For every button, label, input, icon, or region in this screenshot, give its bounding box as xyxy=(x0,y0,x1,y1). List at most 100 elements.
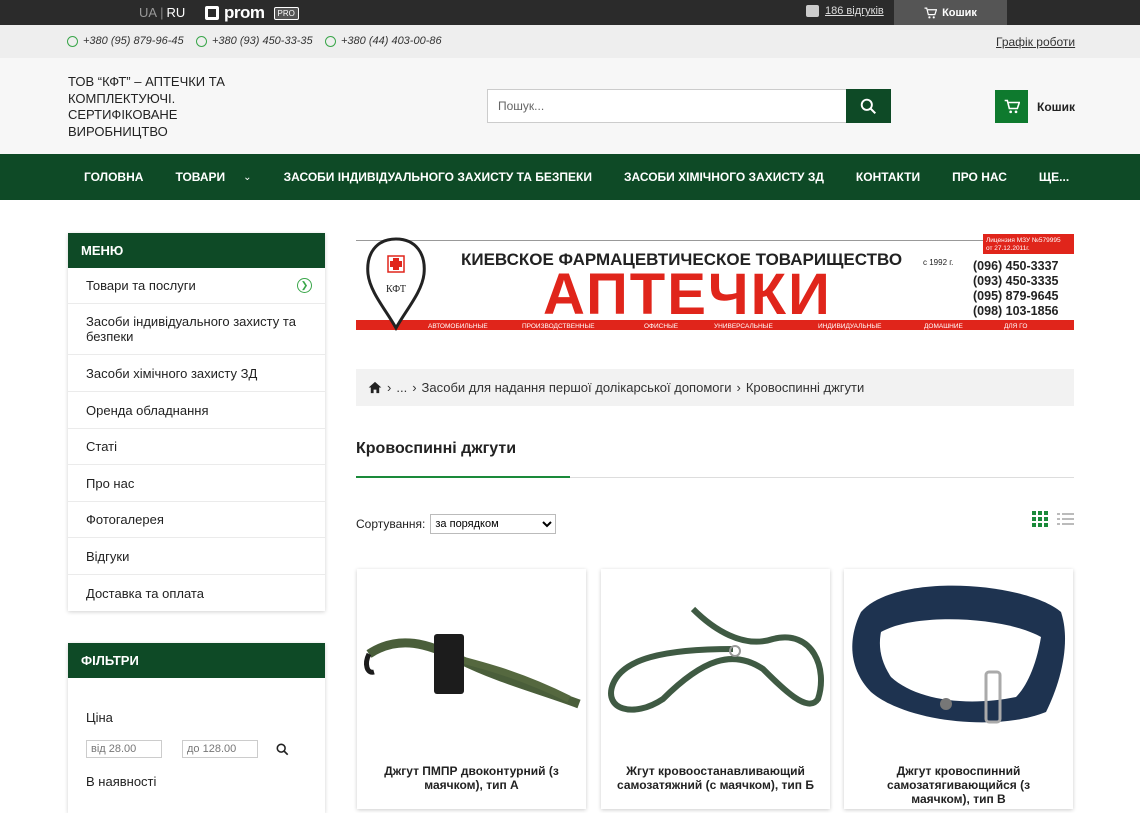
tourniquet-image xyxy=(364,634,581,709)
sidebar-item-protection[interactable]: Засоби індивідуального захисту та безпек… xyxy=(68,304,325,355)
banner-phone: (095) 879-9645 xyxy=(973,289,1059,303)
sidebar-item-label: Про нас xyxy=(86,475,135,491)
sidebar-item-reviews[interactable]: Відгуки xyxy=(68,538,325,575)
lang-ua-link[interactable]: UA xyxy=(139,5,157,20)
chevron-right-icon[interactable]: ❯ xyxy=(297,278,312,293)
breadcrumb-current: Кровоспинні джгути xyxy=(745,380,865,395)
price-to-input[interactable] xyxy=(182,740,258,758)
main-nav: ГОЛОВНА ТОВАРИ ⌄ ЗАСОБИ ІНДИВІДУАЛЬНОГО З… xyxy=(0,154,1140,200)
banner-category: ИНДИВИДУАЛЬНЫЕ xyxy=(818,323,882,330)
sidebar-menu: МЕНЮ Товари та послуги ❯ Засоби індивідуа… xyxy=(68,233,325,611)
breadcrumb-separator: › xyxy=(412,380,417,395)
language-switcher: UA | RU xyxy=(139,5,185,20)
search-input[interactable] xyxy=(487,89,846,123)
search-button[interactable] xyxy=(846,89,891,123)
sidebar-item-label: Засоби індивідуального захисту та безпек… xyxy=(86,314,296,344)
phone-number: +380 (93) 450-33-35 xyxy=(212,35,313,47)
tourniquet-image xyxy=(852,585,1066,723)
banner-phone: (098) 103-1856 xyxy=(973,304,1059,318)
product-card[interactable]: Джгут ПМПР двоконтурний (з маячком), тип… xyxy=(357,569,586,809)
sidebar-item-label: Доставка та оплата xyxy=(86,585,204,601)
top-cart-button[interactable]: Кошик xyxy=(894,0,1007,25)
chevron-down-icon: ⌄ xyxy=(243,171,252,183)
nav-item-more[interactable]: ЩЕ... xyxy=(1023,170,1085,184)
breadcrumb-separator: › xyxy=(736,380,741,395)
phone-icon xyxy=(196,35,207,47)
price-label: Ціна xyxy=(86,710,113,725)
banner-license-date: от 27.12.2011г. xyxy=(986,245,1030,252)
filters-title: ФІЛЬТРИ xyxy=(68,643,325,678)
banner-category: ДЛЯ ГО xyxy=(1004,323,1027,330)
banner-logo-text: КФТ xyxy=(386,284,406,295)
phone-link[interactable]: +380 (95) 879-96-45 xyxy=(67,35,184,47)
phone-link[interactable]: +380 (44) 403-00-86 xyxy=(325,35,442,47)
sidebar-item-about[interactable]: Про нас xyxy=(68,465,325,502)
banner-phone: (096) 450-3337 xyxy=(973,259,1059,273)
banner-since: с 1992 г. xyxy=(923,258,953,267)
nav-item-chemical[interactable]: ЗАСОБИ ХІМІЧНОГО ЗАХИСТУ ЗД xyxy=(608,170,840,184)
contacts-bar: +380 (95) 879-96-45 +380 (93) 450-33-35 … xyxy=(0,25,1140,58)
sidebar-item-label: Оренда обладнання xyxy=(86,402,209,418)
tourniquet-image xyxy=(608,606,824,713)
header-cart-button[interactable]: Кошик xyxy=(995,90,1075,123)
header-cart-label: Кошик xyxy=(1037,99,1076,114)
product-image[interactable] xyxy=(601,569,830,749)
sort-control: Сортування: за порядком xyxy=(356,514,557,534)
sidebar-item-gallery[interactable]: Фотогалерея xyxy=(68,502,325,538)
product-image[interactable] xyxy=(844,569,1073,749)
company-name[interactable]: ТОВ “КФТ” – АПТЕЧКИ ТА КОМПЛЕКТУЮЧІ. СЕР… xyxy=(68,74,248,140)
breadcrumb-separator: › xyxy=(387,380,392,395)
nav-item-about[interactable]: ПРО НАС xyxy=(936,170,1023,184)
product-card[interactable]: Жгут кровоостанавливающий самозатяжний (… xyxy=(601,569,830,809)
sidebar-item-chemical[interactable]: Засоби хімічного захисту ЗД xyxy=(68,355,325,392)
top-bar: UA | RU prom PRO 186 відгуків Кошик xyxy=(0,0,1140,25)
breadcrumb-parent[interactable]: Засоби для надання першої долікарської д… xyxy=(422,380,732,395)
availability-label: В наявності xyxy=(86,774,157,789)
sort-select[interactable]: за порядком xyxy=(430,514,557,534)
nav-item-products[interactable]: ТОВАРИ ⌄ xyxy=(159,170,267,184)
phone-link[interactable]: +380 (93) 450-33-35 xyxy=(196,35,313,47)
sidebar-item-label: Фотогалерея xyxy=(86,512,164,527)
product-name[interactable]: Жгут кровоостанавливающий самозатяжний (… xyxy=(601,749,830,792)
nav-item-home[interactable]: ГОЛОВНА xyxy=(68,170,159,184)
price-range xyxy=(86,740,307,758)
banner-category: ДОМАШНИЕ xyxy=(924,323,964,330)
search-icon xyxy=(860,98,877,114)
product-card[interactable]: Джгут кровоспинний самозатягивающийся (з… xyxy=(844,569,1073,809)
nav-item-protection[interactable]: ЗАСОБИ ІНДИВІДУАЛЬНОГО ЗАХИСТУ ТА БЕЗПЕК… xyxy=(268,170,608,184)
breadcrumb-ellipsis[interactable]: ... xyxy=(396,380,407,395)
reviews-link[interactable]: 186 відгуків xyxy=(806,5,884,17)
phone-number: +380 (95) 879-96-45 xyxy=(83,35,184,47)
nav-item-contacts[interactable]: КОНТАКТИ xyxy=(840,170,936,184)
sidebar-item-products[interactable]: Товари та послуги ❯ xyxy=(68,268,325,304)
title-divider xyxy=(356,476,1074,478)
filters-body: Ціна В наявності xyxy=(68,678,325,789)
sidebar-item-rental[interactable]: Оренда обладнання xyxy=(68,392,325,429)
sidebar-item-label: Товари та послуги xyxy=(86,278,196,293)
nav-item-label: ТОВАРИ xyxy=(175,170,226,184)
search-icon[interactable] xyxy=(276,743,289,756)
sidebar-item-delivery[interactable]: Доставка та оплата xyxy=(68,575,325,611)
product-image[interactable] xyxy=(357,569,586,749)
chat-icon xyxy=(806,5,819,17)
prom-logo-icon xyxy=(205,6,219,20)
top-cart-label: Кошик xyxy=(942,6,977,19)
sidebar-item-articles[interactable]: Статі xyxy=(68,429,325,465)
list-view-icon[interactable] xyxy=(1057,511,1074,528)
product-name[interactable]: Джгут кровоспинний самозатягивающийся (з… xyxy=(844,749,1073,806)
home-icon[interactable] xyxy=(368,381,382,394)
phone-icon xyxy=(67,35,78,47)
grid-view-icon[interactable] xyxy=(1032,511,1049,528)
schedule-link[interactable]: Графік роботи xyxy=(996,35,1075,49)
sidebar-item-label: Статі xyxy=(86,439,117,454)
phone-number: +380 (44) 403-00-86 xyxy=(341,35,442,47)
page-title: Кровоспинні джгути xyxy=(356,440,517,457)
product-name[interactable]: Джгут ПМПР двоконтурний (з маячком), тип… xyxy=(357,749,586,792)
site-header: ТОВ “КФТ” – АПТЕЧКИ ТА КОМПЛЕКТУЮЧІ. СЕР… xyxy=(0,58,1140,154)
prom-logo[interactable]: prom PRO xyxy=(205,3,299,23)
banner-category: АВТОМОБИЛЬНЫЕ xyxy=(428,323,488,330)
banner-license: Лицензия МЗУ №579995 xyxy=(986,237,1061,244)
banner-phone: (093) 450-3335 xyxy=(973,274,1059,288)
lang-ru-link[interactable]: RU xyxy=(166,5,185,20)
price-from-input[interactable] xyxy=(86,740,162,758)
